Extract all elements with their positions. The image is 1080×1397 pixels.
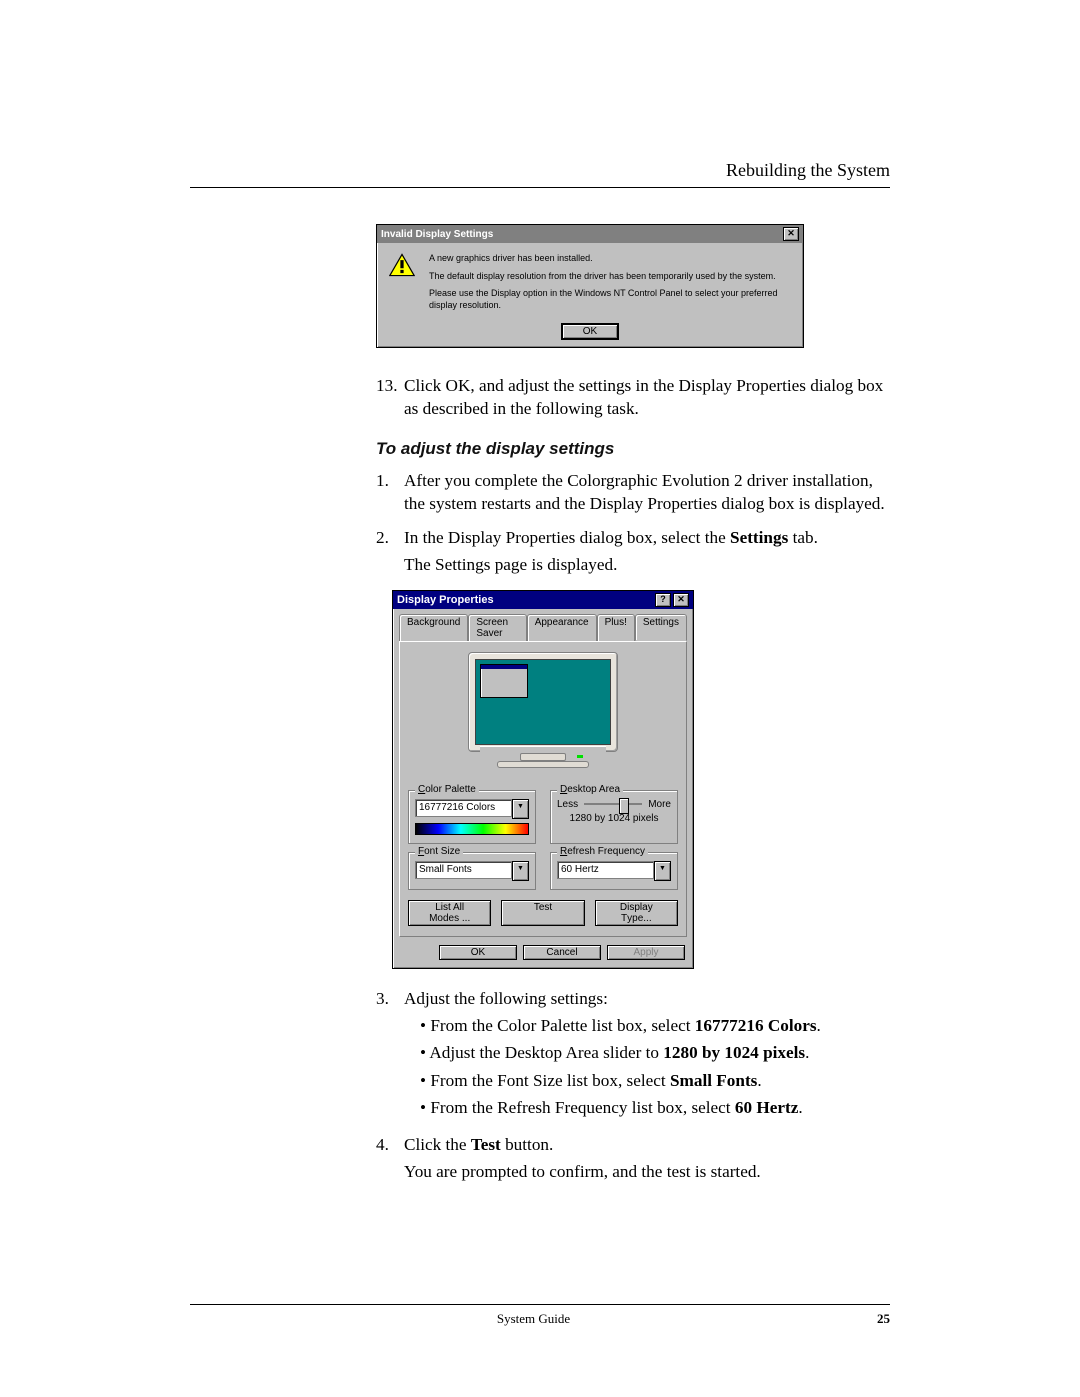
dialog-message: A new graphics driver has been installed…: [429, 253, 791, 318]
tab-strip: Background Screen Saver Appearance Plus!…: [399, 613, 687, 641]
step-2-line-1: In the Display Properties dialog box, se…: [404, 526, 896, 549]
dialog-title: Display Properties: [397, 594, 494, 606]
apply-button[interactable]: Apply: [607, 945, 685, 960]
invalid-display-settings-dialog: Invalid Display Settings ✕ A new graphic…: [376, 224, 804, 348]
step-4-line-2: You are prompted to confirm, and the tes…: [404, 1160, 896, 1183]
close-icon[interactable]: ✕: [673, 593, 689, 607]
color-palette-label: Color Palette: [415, 784, 479, 795]
section-subhead: To adjust the display settings: [376, 438, 896, 461]
settings-panel: Color Palette 16777216 Colors ▼ Desktop …: [399, 641, 687, 937]
font-size-group: Font Size Small Fonts ▼: [408, 852, 536, 890]
tab-settings[interactable]: Settings: [635, 614, 687, 641]
desktop-area-slider[interactable]: [584, 803, 642, 805]
header-rule: [190, 187, 890, 188]
bullet-desktop-area: Adjust the Desktop Area slider to 1280 b…: [420, 1041, 896, 1064]
test-button[interactable]: Test: [501, 900, 584, 926]
power-led-icon: [577, 755, 583, 758]
slider-more-label: More: [648, 799, 671, 810]
refresh-frequency-label: Refresh Frequency: [557, 846, 648, 857]
dialog-line-2: The default display resolution from the …: [429, 271, 791, 283]
dialog-title: Invalid Display Settings: [381, 229, 493, 240]
step-number-1: 1.: [376, 469, 404, 515]
color-palette-select[interactable]: 16777216 Colors: [415, 799, 512, 817]
monitor-preview: [461, 652, 625, 772]
list-all-modes-button[interactable]: List All Modes ...: [408, 900, 491, 926]
desktop-area-group: Desktop Area Less More 1280 by 1024 pixe…: [550, 790, 678, 844]
slider-thumb[interactable]: [619, 798, 629, 814]
chapter-header: Rebuilding the System: [190, 160, 890, 181]
dialog-titlebar: Display Properties ? ✕: [393, 591, 693, 609]
dialog-line-3: Please use the Display option in the Win…: [429, 288, 791, 311]
chevron-down-icon[interactable]: ▼: [512, 861, 529, 881]
step-2-line-2: The Settings page is displayed.: [404, 553, 896, 576]
step-4-line-1: Click the Test button.: [404, 1133, 896, 1156]
desktop-area-label: Desktop Area: [557, 784, 623, 795]
display-properties-dialog: Display Properties ? ✕ Background Screen…: [392, 590, 694, 969]
footer-title: System Guide: [190, 1311, 877, 1327]
font-size-label: Font Size: [415, 846, 463, 857]
step-number-13: 13.: [376, 374, 404, 420]
chevron-down-icon[interactable]: ▼: [512, 799, 529, 819]
bullet-font-size: From the Font Size list box, select Smal…: [420, 1069, 896, 1092]
step-13-text: Click OK, and adjust the settings in the…: [404, 374, 896, 420]
cancel-button[interactable]: Cancel: [523, 945, 601, 960]
color-spectrum-preview: [415, 823, 529, 835]
chevron-down-icon[interactable]: ▼: [654, 861, 671, 881]
color-palette-group: Color Palette 16777216 Colors ▼: [408, 790, 536, 844]
page-number: 25: [877, 1311, 890, 1327]
tab-background[interactable]: Background: [399, 614, 468, 641]
font-size-select[interactable]: Small Fonts: [415, 861, 512, 879]
step-number-4: 4.: [376, 1133, 404, 1187]
tab-screen-saver[interactable]: Screen Saver: [468, 614, 526, 641]
help-icon[interactable]: ?: [655, 593, 671, 607]
dialog-line-1: A new graphics driver has been installed…: [429, 253, 791, 265]
close-icon[interactable]: ✕: [783, 227, 799, 241]
refresh-frequency-select[interactable]: 60 Hertz: [557, 861, 654, 879]
slider-less-label: Less: [557, 799, 578, 810]
bullet-refresh-frequency: From the Refresh Frequency list box, sel…: [420, 1096, 896, 1119]
bullet-color-palette: From the Color Palette list box, select …: [420, 1014, 896, 1037]
step-1-text: After you complete the Colorgraphic Evol…: [404, 469, 896, 515]
resolution-readout: 1280 by 1024 pixels: [557, 813, 671, 824]
tab-plus[interactable]: Plus!: [597, 614, 635, 641]
step-number-3: 3.: [376, 987, 404, 1123]
display-type-button[interactable]: Display Type...: [595, 900, 678, 926]
dialog-titlebar: Invalid Display Settings ✕: [377, 225, 803, 243]
ok-button[interactable]: OK: [439, 945, 517, 960]
step-number-2: 2.: [376, 526, 404, 580]
warning-icon: [389, 253, 415, 277]
step-3-text: Adjust the following settings:: [404, 987, 896, 1010]
tab-appearance[interactable]: Appearance: [527, 614, 597, 641]
ok-button[interactable]: OK: [562, 324, 618, 339]
refresh-frequency-group: Refresh Frequency 60 Hertz ▼: [550, 852, 678, 890]
